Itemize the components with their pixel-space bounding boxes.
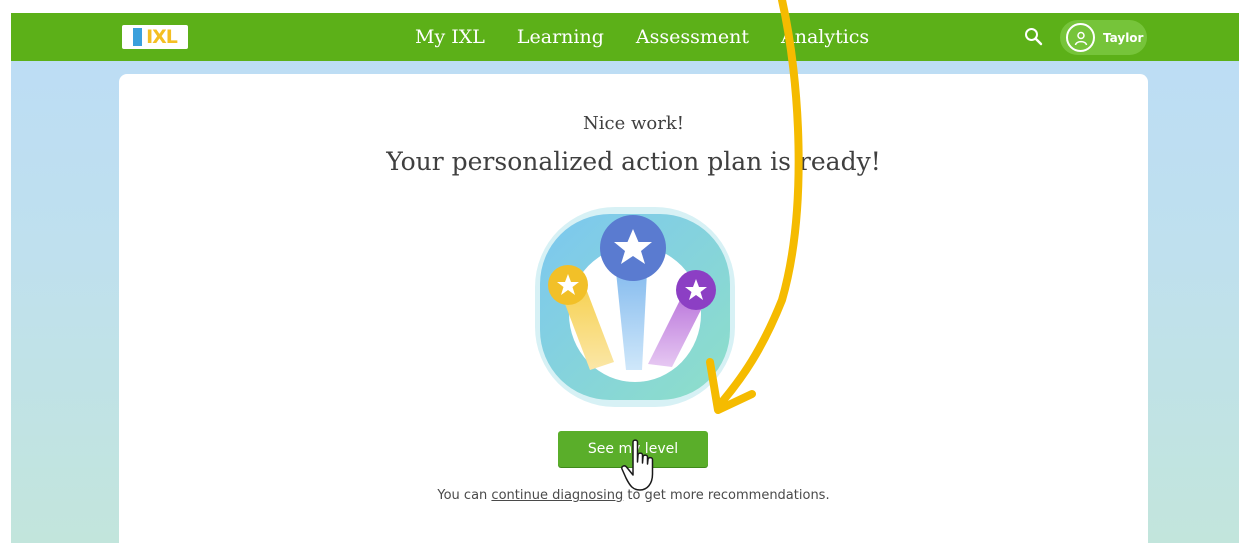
top-navbar: IXL My IXL Learning Assessment Analytics… [11,13,1239,61]
continue-diagnosing-link[interactable]: continue diagnosing [491,488,623,503]
nav-assessment[interactable]: Assessment [636,26,749,48]
action-plan-illustration [535,207,735,407]
user-menu-button[interactable]: Taylor [1060,20,1147,55]
user-name: Taylor [1103,30,1144,45]
page-title: Your personalized action plan is ready! [386,147,881,176]
nav-analytics[interactable]: Analytics [781,26,869,48]
search-icon[interactable] [1023,26,1045,48]
nav-learning[interactable]: Learning [517,26,604,48]
nice-work-text: Nice work! [583,113,684,134]
ixl-logo[interactable]: IXL [122,25,188,49]
user-icon [1066,23,1095,52]
pointer-hand-icon [621,439,654,491]
logo-text: IXL [146,26,178,48]
nav-my-ixl[interactable]: My IXL [415,26,485,48]
main-nav: My IXL Learning Assessment Analytics [415,13,901,61]
footer-prefix: You can [437,488,492,503]
logo-bar [133,28,143,46]
